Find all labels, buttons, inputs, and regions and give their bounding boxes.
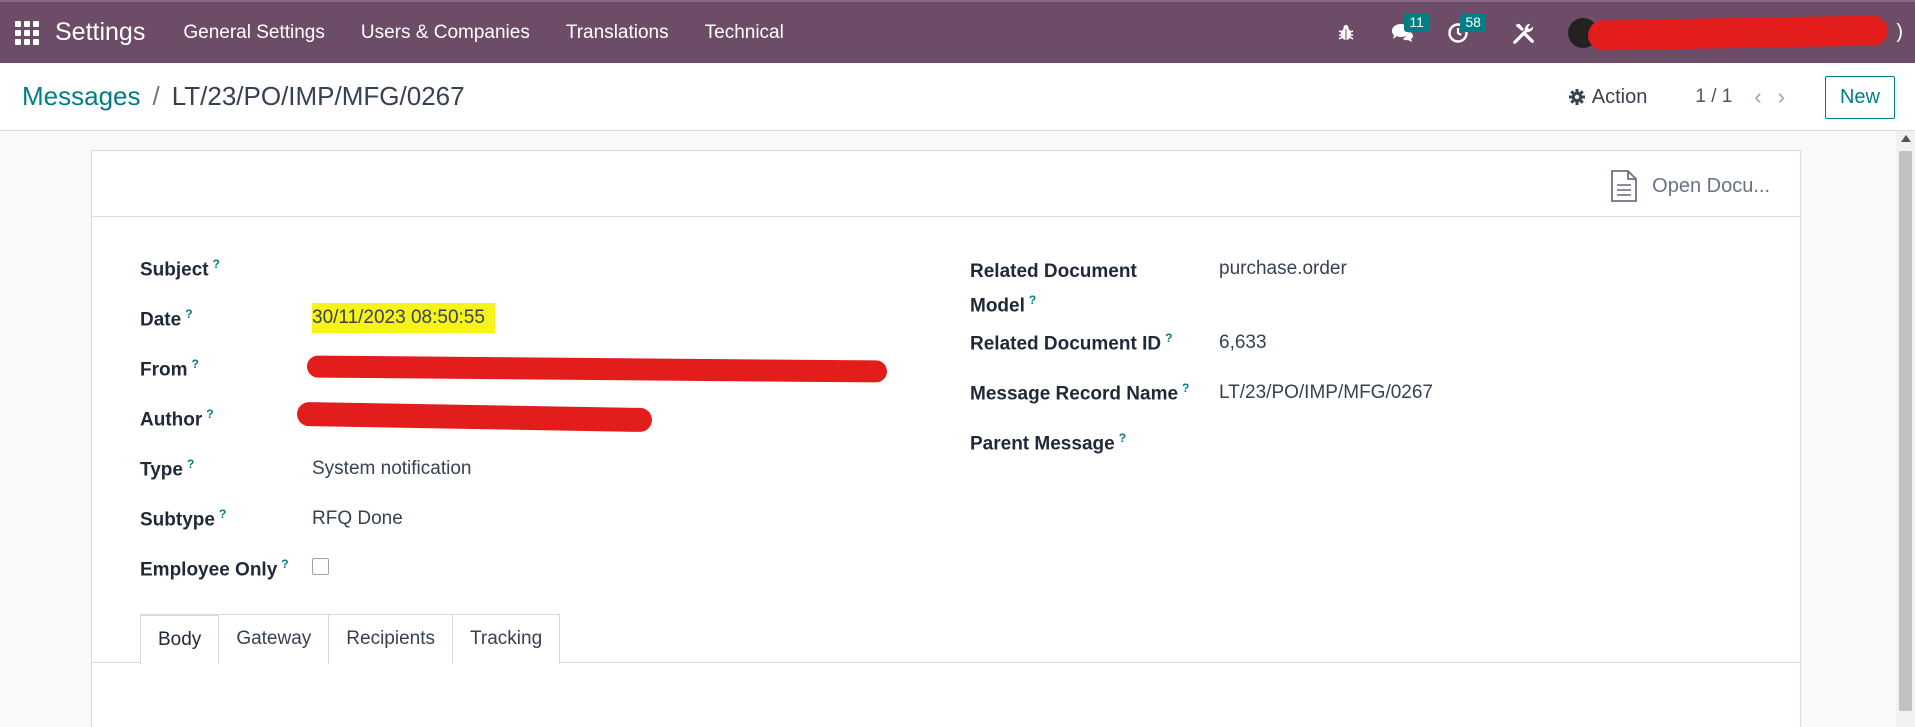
- help-icon[interactable]: ?: [1182, 381, 1189, 395]
- record-name-label: Message Record Name?: [970, 381, 1190, 405]
- pager-previous-icon[interactable]: ‹: [1754, 84, 1761, 110]
- help-icon[interactable]: ?: [213, 257, 220, 271]
- parent-message-label: Parent Message?: [970, 431, 1127, 455]
- related-model-label: Related Document Model?: [970, 261, 1137, 317]
- apps-grid-icon[interactable]: [14, 20, 40, 46]
- employee-only-checkbox[interactable]: [312, 558, 329, 575]
- control-panel: Messages / LT/23/PO/IMP/MFG/0267 Action …: [0, 63, 1915, 131]
- breadcrumb-current: LT/23/PO/IMP/MFG/0267: [171, 81, 465, 111]
- form-sheet: Open Docu... Subject? Date? 30/11/2023 0…: [91, 150, 1801, 727]
- related-id-label: Related Document ID?: [970, 331, 1173, 355]
- action-label: Action: [1591, 85, 1648, 108]
- redacted-username: [1588, 14, 1889, 51]
- date-label: Date?: [140, 307, 193, 331]
- scroll-thumb[interactable]: [1899, 151, 1912, 711]
- notebook-tabs: Body Gateway Recipients Tracking: [140, 614, 561, 664]
- from-redaction: [306, 355, 888, 383]
- breadcrumb-messages[interactable]: Messages: [22, 81, 141, 112]
- tab-recipients[interactable]: Recipients: [328, 614, 454, 664]
- subtype-label: Subtype?: [140, 507, 227, 531]
- menu-technical[interactable]: Technical: [687, 22, 802, 44]
- date-value: 30/11/2023 08:50:55: [312, 303, 495, 333]
- help-icon[interactable]: ?: [1165, 331, 1172, 345]
- debug-bug-icon[interactable]: [1334, 21, 1358, 45]
- top-navbar: Settings General Settings Users & Compan…: [0, 0, 1915, 63]
- chat-bubbles-icon[interactable]: 11: [1390, 12, 1429, 45]
- activity-count-badge: 58: [1460, 12, 1486, 32]
- tab-tracking[interactable]: Tracking: [452, 614, 561, 664]
- gear-icon: [1568, 89, 1585, 105]
- systray: 11 58 ): [1318, 2, 1915, 63]
- record-name-value: LT/23/PO/IMP/MFG/0267: [1219, 382, 1434, 403]
- user-name-suffix: ): [1896, 21, 1903, 43]
- breadcrumb-separator: /: [152, 81, 160, 111]
- sheet-button-box: Open Docu...: [92, 151, 1800, 217]
- app-name[interactable]: Settings: [55, 18, 145, 47]
- help-icon[interactable]: ?: [219, 507, 226, 521]
- subtype-value: RFQ Done: [312, 508, 403, 529]
- menu-translations[interactable]: Translations: [548, 22, 687, 44]
- tab-body[interactable]: Body: [140, 614, 220, 664]
- open-document-button[interactable]: Open Docu...: [1610, 169, 1770, 203]
- pager-value[interactable]: 1 / 1: [1695, 86, 1732, 108]
- menu-users-companies[interactable]: Users & Companies: [343, 22, 548, 44]
- help-icon[interactable]: ?: [187, 457, 194, 471]
- author-label: Author?: [140, 407, 214, 431]
- open-document-label: Open Docu...: [1652, 174, 1770, 197]
- help-icon[interactable]: ?: [281, 557, 288, 571]
- type-value: System notification: [312, 458, 472, 479]
- scroll-up-arrow-icon[interactable]: [1901, 135, 1911, 142]
- control-actions: Action 1 / 1 ‹ › New: [1568, 63, 1895, 131]
- related-model-value: purchase.order: [1219, 258, 1347, 279]
- page-scrollbar[interactable]: [1896, 131, 1915, 727]
- type-label: Type?: [140, 457, 195, 481]
- tab-gateway[interactable]: Gateway: [218, 614, 330, 664]
- chat-count-badge: 11: [1404, 12, 1429, 32]
- tools-icon[interactable]: [1512, 21, 1536, 45]
- subject-label: Subject?: [140, 257, 220, 281]
- help-icon[interactable]: ?: [206, 407, 213, 421]
- employee-only-label: Employee Only?: [140, 557, 289, 581]
- help-icon[interactable]: ?: [185, 307, 192, 321]
- menu-general-settings[interactable]: General Settings: [165, 22, 343, 44]
- related-id-value: 6,633: [1219, 332, 1267, 353]
- activity-clock-icon[interactable]: 58: [1446, 12, 1486, 45]
- action-menu-button[interactable]: Action: [1568, 85, 1648, 109]
- document-icon: [1611, 170, 1638, 202]
- new-button[interactable]: New: [1824, 75, 1895, 119]
- from-label: From?: [140, 357, 199, 381]
- help-icon[interactable]: ?: [192, 357, 199, 371]
- help-icon[interactable]: ?: [1029, 293, 1036, 307]
- help-icon[interactable]: ?: [1119, 431, 1126, 445]
- pager-next-icon[interactable]: ›: [1778, 84, 1785, 110]
- author-redaction: [296, 401, 653, 433]
